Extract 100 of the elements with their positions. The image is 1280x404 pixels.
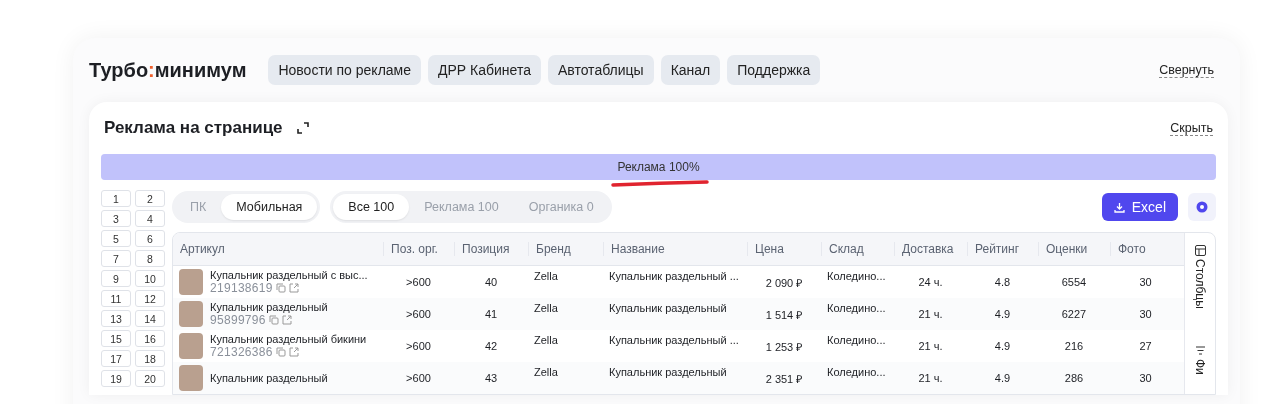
table-cell-text: >600 bbox=[405, 339, 432, 354]
photo-placeholder bbox=[179, 269, 203, 295]
nav-button[interactable]: Новости по рекламе bbox=[268, 55, 421, 85]
page-button[interactable]: 19 bbox=[101, 370, 131, 387]
table-cell-text: 27 bbox=[1138, 339, 1153, 354]
table-cell-text: Купальник раздельный ... bbox=[608, 269, 740, 284]
column-header[interactable]: Фото bbox=[1110, 242, 1181, 256]
page-button[interactable]: 16 bbox=[135, 330, 165, 347]
page-button[interactable]: 8 bbox=[135, 250, 165, 267]
photo-placeholder bbox=[179, 301, 203, 327]
page-button[interactable]: 17 bbox=[101, 350, 131, 367]
table-cell-text: 30 bbox=[1138, 275, 1153, 290]
page-button[interactable]: 10 bbox=[135, 270, 165, 287]
column-header[interactable]: Рейтинг bbox=[967, 242, 1038, 256]
table-cell-text: >600 bbox=[405, 307, 432, 322]
nav-button[interactable]: Канал bbox=[660, 55, 721, 85]
page-button[interactable]: 12 bbox=[135, 290, 165, 307]
table-cell-text: Zella bbox=[533, 333, 559, 348]
column-header[interactable]: Оценки bbox=[1038, 242, 1110, 256]
external-link-icon[interactable] bbox=[288, 347, 299, 357]
table-cell-text: Купальник раздельный bbox=[608, 365, 728, 380]
table-cell-text: >600 bbox=[405, 371, 432, 386]
filter-tab[interactable]: Все 100 bbox=[333, 194, 410, 220]
copy-icon[interactable] bbox=[268, 315, 279, 325]
column-header[interactable]: Бренд bbox=[528, 242, 603, 256]
filter-icon bbox=[1194, 344, 1206, 356]
product-title: Купальник раздельный bbox=[210, 301, 328, 313]
photo-placeholder bbox=[179, 333, 203, 359]
column-header[interactable]: Поз. орг. bbox=[383, 242, 454, 256]
page-button[interactable]: 6 bbox=[135, 230, 165, 247]
table-cell-text: 4.9 bbox=[993, 307, 1012, 322]
nav-button[interactable]: ДРР Кабинета bbox=[428, 55, 541, 85]
page-button[interactable]: 7 bbox=[101, 250, 131, 267]
excel-button[interactable]: Excel bbox=[1101, 193, 1178, 221]
collapse-link[interactable]: Свернуть bbox=[1159, 62, 1214, 78]
column-header[interactable]: Склад bbox=[821, 242, 894, 256]
page-button[interactable]: 14 bbox=[135, 310, 165, 327]
copy-icon[interactable] bbox=[275, 347, 286, 357]
logo: Турбо:минимум bbox=[89, 58, 247, 82]
table-cell-text: Купальник раздельный bbox=[608, 301, 728, 316]
table-cell-text: 40 bbox=[483, 275, 499, 290]
column-header[interactable]: Артикул bbox=[173, 242, 383, 256]
page-button[interactable]: 9 bbox=[101, 270, 131, 287]
side-tool-button[interactable]: Столбцы bbox=[1193, 245, 1207, 309]
hide-link[interactable]: Скрыть bbox=[1170, 120, 1213, 136]
page-button[interactable]: 2 bbox=[135, 190, 165, 207]
table-cell-text: 21 ч. bbox=[917, 371, 944, 386]
device-tab[interactable]: Мобильная bbox=[221, 194, 318, 220]
column-header[interactable]: Доставка bbox=[894, 242, 967, 256]
article-number: 721326386 bbox=[210, 345, 273, 359]
settings-button[interactable] bbox=[1188, 193, 1216, 221]
table-cell-text: 41 bbox=[483, 307, 499, 322]
page-button[interactable]: 15 bbox=[101, 330, 131, 347]
table-cell-text: 6227 bbox=[1060, 307, 1088, 322]
table-cell-text: 24 ч. bbox=[917, 275, 944, 290]
page-button[interactable]: 1 bbox=[101, 190, 131, 207]
table-cell-text: Купальник раздельный ... bbox=[608, 333, 740, 348]
article-number: 219138619 bbox=[210, 281, 273, 295]
product-title: Купальник раздельный бикини bbox=[210, 333, 367, 345]
table-cell-text: 4.9 bbox=[993, 339, 1012, 354]
table-cell-text: 4.9 bbox=[993, 371, 1012, 386]
page-button[interactable]: 3 bbox=[101, 210, 131, 227]
column-header[interactable]: Цена bbox=[747, 242, 821, 256]
table-cell-text: 1 514 ₽ bbox=[764, 307, 804, 323]
product-title: Купальник раздельный с выс... bbox=[210, 269, 368, 281]
download-icon bbox=[1113, 201, 1125, 213]
copy-icon[interactable] bbox=[275, 283, 286, 293]
page-button[interactable]: 5 bbox=[101, 230, 131, 247]
column-header[interactable]: Название bbox=[603, 242, 747, 256]
page-button[interactable]: 4 bbox=[135, 210, 165, 227]
panel-title: Реклама на странице bbox=[104, 118, 283, 138]
page-button[interactable]: 11 bbox=[101, 290, 131, 307]
table-cell-text: 4.8 bbox=[993, 275, 1012, 290]
article-number: 95899796 bbox=[210, 313, 266, 327]
product-title: Купальник раздельный bbox=[210, 372, 328, 384]
nav-button[interactable]: Автотаблицы bbox=[547, 55, 654, 85]
external-link-icon[interactable] bbox=[281, 315, 292, 325]
table-cell-text: 216 bbox=[1063, 339, 1085, 354]
table-cell-text: 1 253 ₽ bbox=[764, 339, 804, 355]
nav-button[interactable]: Поддержка bbox=[727, 55, 821, 85]
table-cell-text: 6554 bbox=[1060, 275, 1088, 290]
table-cell-text: Коледино... bbox=[826, 365, 887, 380]
table-cell-text: 2 351 ₽ bbox=[764, 371, 804, 387]
table-cell-text: Коледино... bbox=[826, 333, 887, 348]
table-cell-text: 43 bbox=[483, 371, 499, 386]
side-tool-button[interactable]: Фи bbox=[1193, 344, 1207, 375]
table-cell-text: >600 bbox=[405, 275, 432, 290]
table-cell-text: 30 bbox=[1138, 307, 1153, 322]
table-cell-text: 21 ч. bbox=[917, 307, 944, 322]
page-button[interactable]: 13 bbox=[101, 310, 131, 327]
page-button[interactable]: 18 bbox=[135, 350, 165, 367]
page-button[interactable]: 20 bbox=[135, 370, 165, 387]
table-cell-text: Zella bbox=[533, 269, 559, 284]
table-cell-text: Zella bbox=[533, 365, 559, 380]
external-link-icon[interactable] bbox=[288, 283, 299, 293]
table-cell-text: 42 bbox=[483, 339, 499, 354]
table-cell-text: Коледино... bbox=[826, 301, 887, 316]
ad-share-label: Реклама 100% bbox=[617, 160, 700, 174]
expand-icon[interactable] bbox=[296, 122, 309, 134]
column-header[interactable]: Позиция bbox=[454, 242, 528, 256]
